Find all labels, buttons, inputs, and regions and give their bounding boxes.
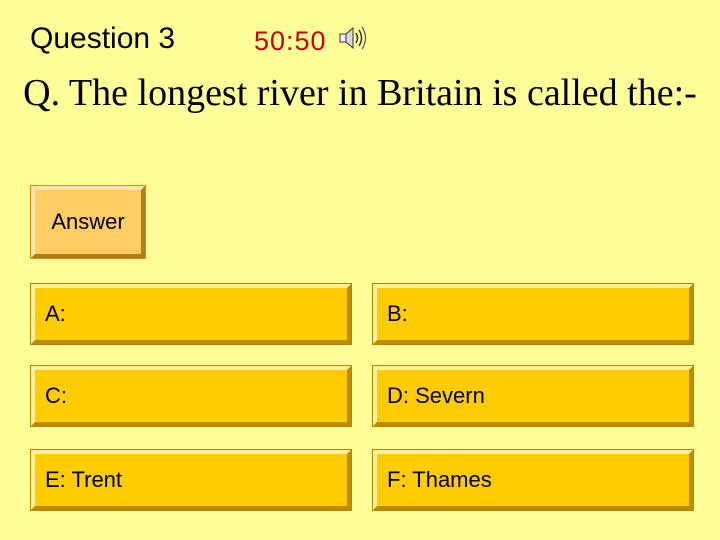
option-b[interactable]: B:	[372, 283, 694, 345]
option-e[interactable]: E: Trent	[30, 449, 352, 511]
option-f[interactable]: F: Thames	[372, 449, 694, 511]
speaker-icon[interactable]	[338, 24, 370, 52]
option-c[interactable]: C:	[30, 365, 352, 427]
option-a[interactable]: A:	[30, 283, 352, 345]
option-d[interactable]: D: Severn	[372, 365, 694, 427]
question-text: Q. The longest river in Britain is calle…	[23, 72, 697, 114]
answer-button[interactable]: Answer	[30, 185, 146, 259]
question-number: Question 3	[30, 22, 176, 55]
fifty-fifty-lifeline[interactable]: 50:50	[254, 26, 327, 57]
